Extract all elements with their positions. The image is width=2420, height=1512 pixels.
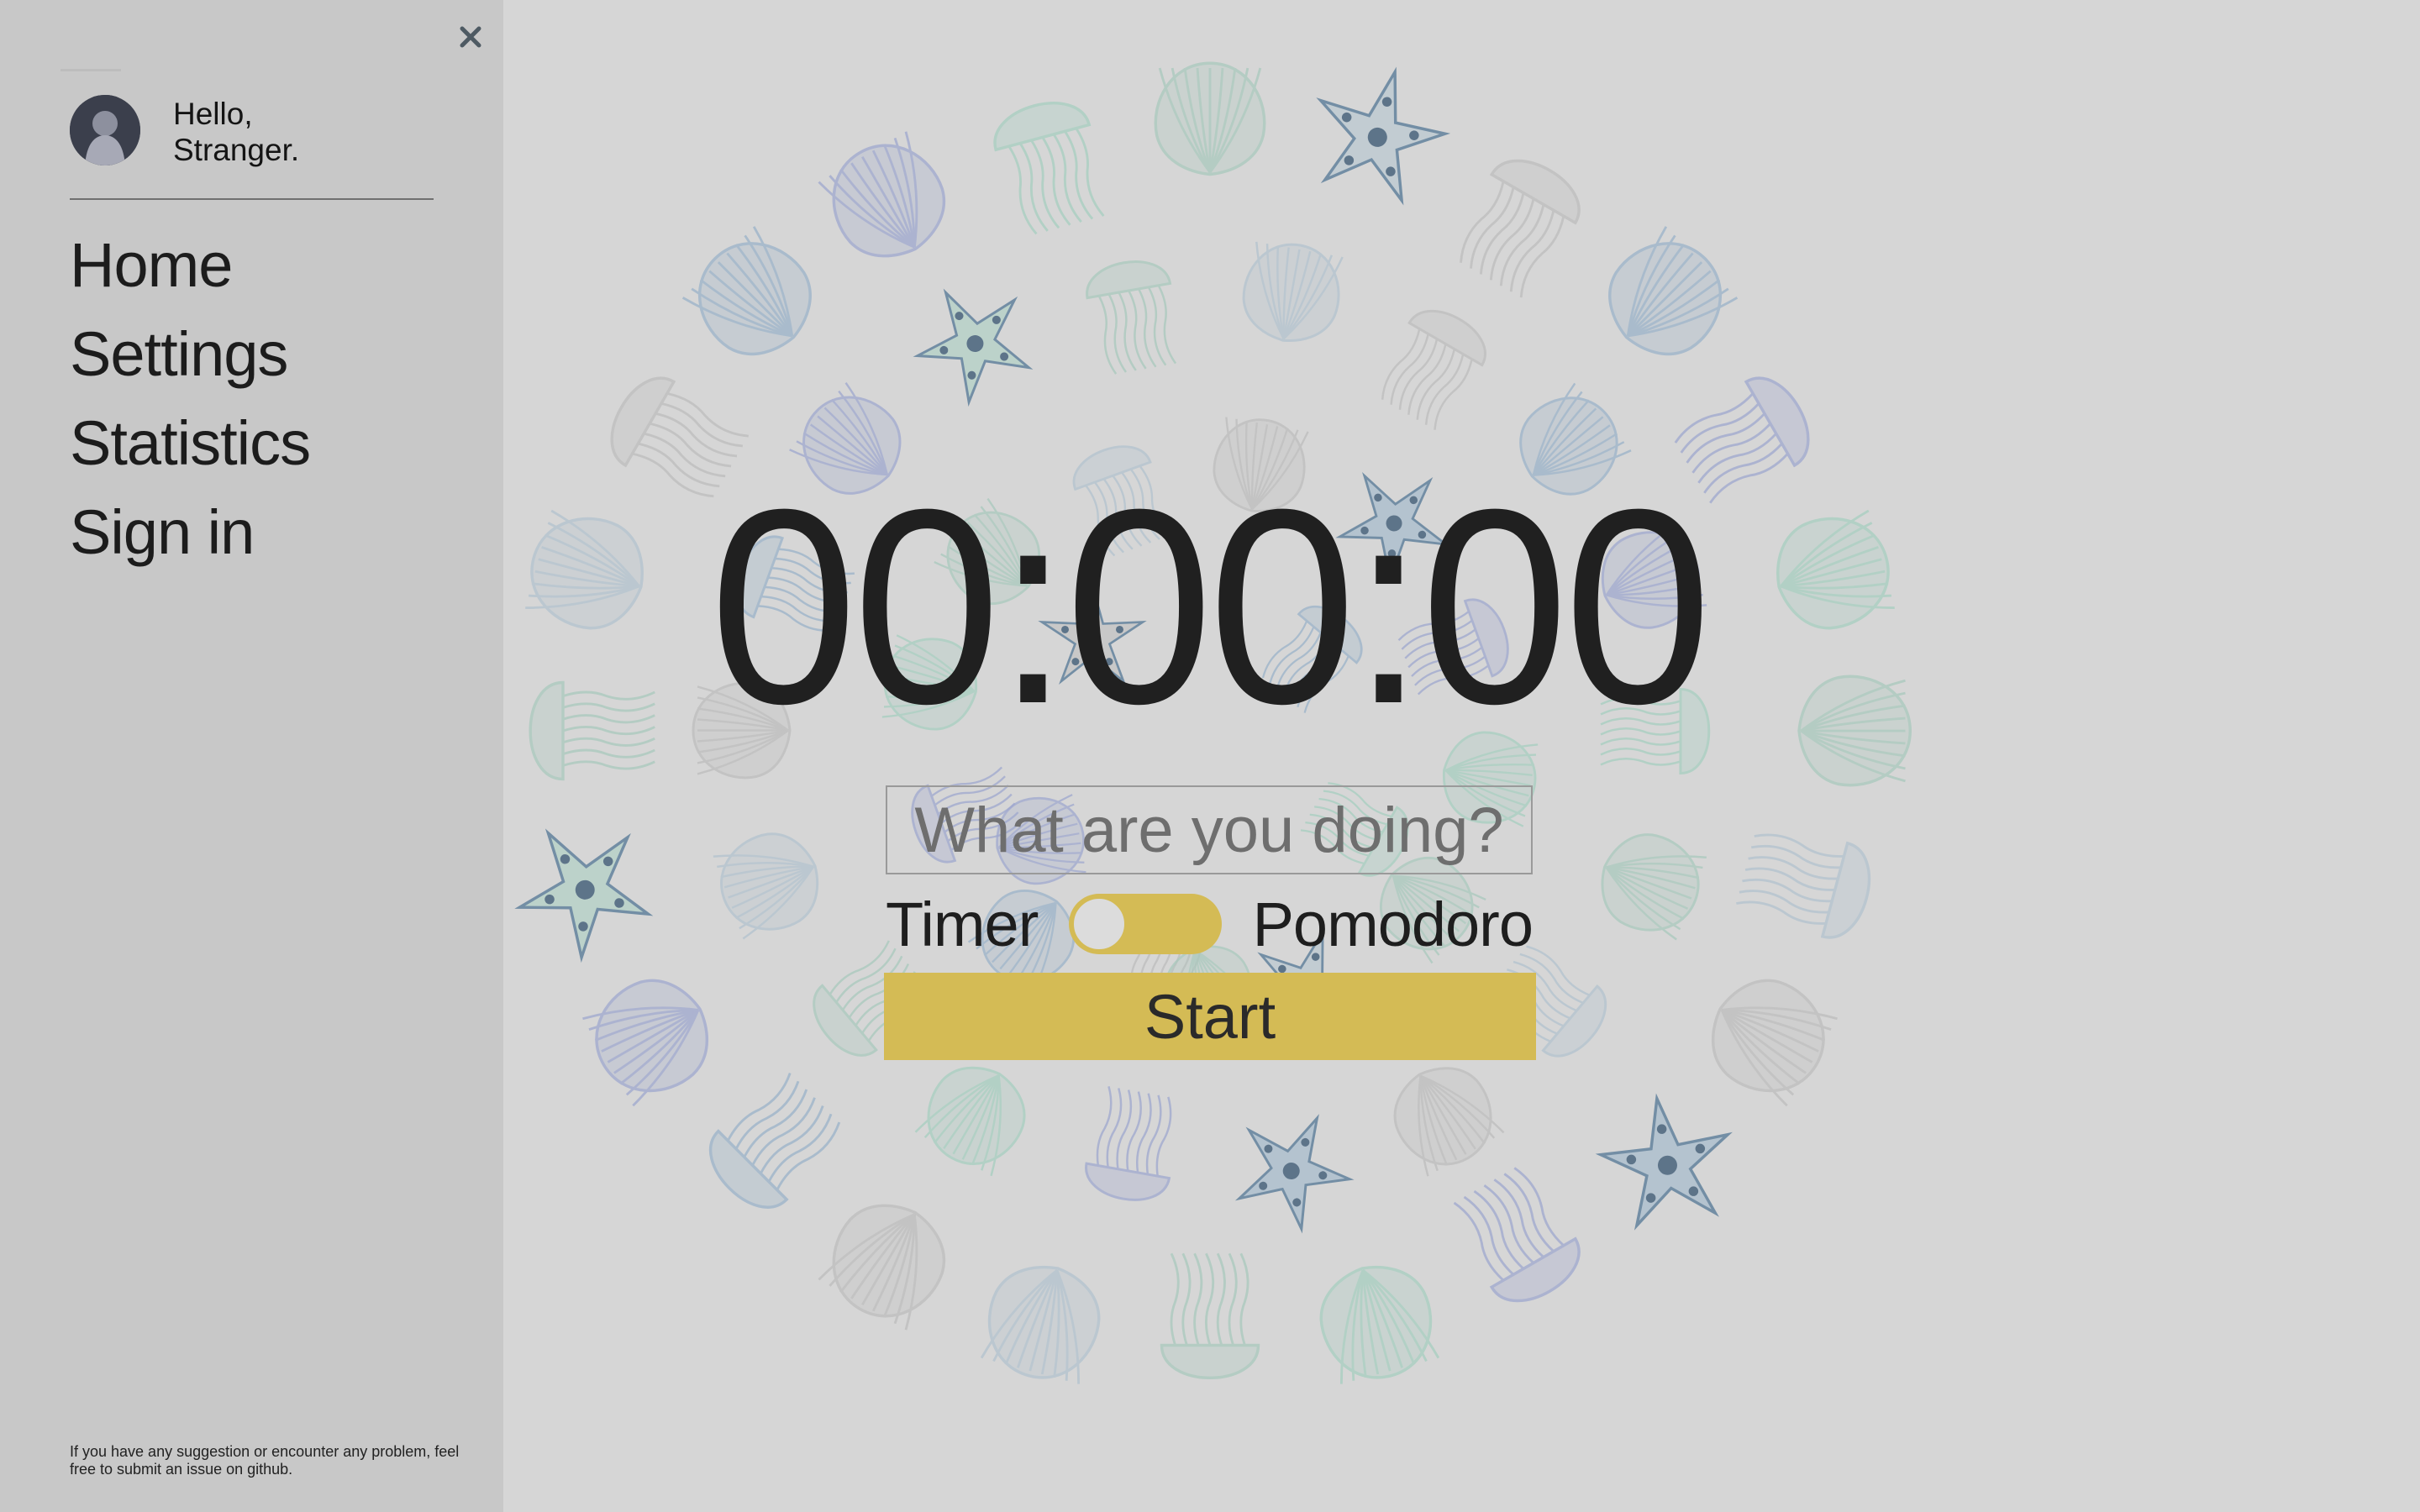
feedback-note: If you have any suggestion or encounter … bbox=[70, 1443, 460, 1478]
nav-item-settings[interactable]: Settings bbox=[70, 309, 310, 398]
sidebar-grip bbox=[60, 69, 121, 71]
start-button[interactable]: Start bbox=[884, 973, 1536, 1060]
close-icon bbox=[460, 26, 481, 48]
nav-item-home[interactable]: Home bbox=[70, 220, 310, 309]
mode-toggle[interactable] bbox=[1068, 894, 1222, 954]
close-sidebar-button[interactable] bbox=[452, 18, 489, 55]
avatar[interactable] bbox=[70, 95, 140, 165]
mode-label-pomodoro: Pomodoro bbox=[1252, 889, 1534, 959]
greeting-line-1: Hello, bbox=[173, 97, 253, 131]
sidebar: Hello, Stranger. Home Settings Statistic… bbox=[0, 0, 503, 1512]
mode-label-timer: Timer bbox=[886, 889, 1039, 959]
timer-display: 00:00:00 bbox=[709, 451, 1712, 761]
toggle-knob bbox=[1071, 897, 1126, 951]
nav-item-statistics[interactable]: Statistics bbox=[70, 398, 311, 487]
user-avatar-icon bbox=[70, 95, 140, 165]
task-input[interactable] bbox=[886, 785, 1533, 874]
mode-switch-row: Timer Pomodoro bbox=[886, 884, 1534, 964]
sidebar-nav: Home Settings Statistics Sign in bbox=[70, 220, 311, 576]
sidebar-divider bbox=[70, 198, 434, 200]
nav-item-sign-in[interactable]: Sign in bbox=[70, 487, 310, 576]
greeting-line-2: Stranger. bbox=[173, 133, 300, 167]
greeting: Hello, Stranger. bbox=[173, 96, 299, 168]
